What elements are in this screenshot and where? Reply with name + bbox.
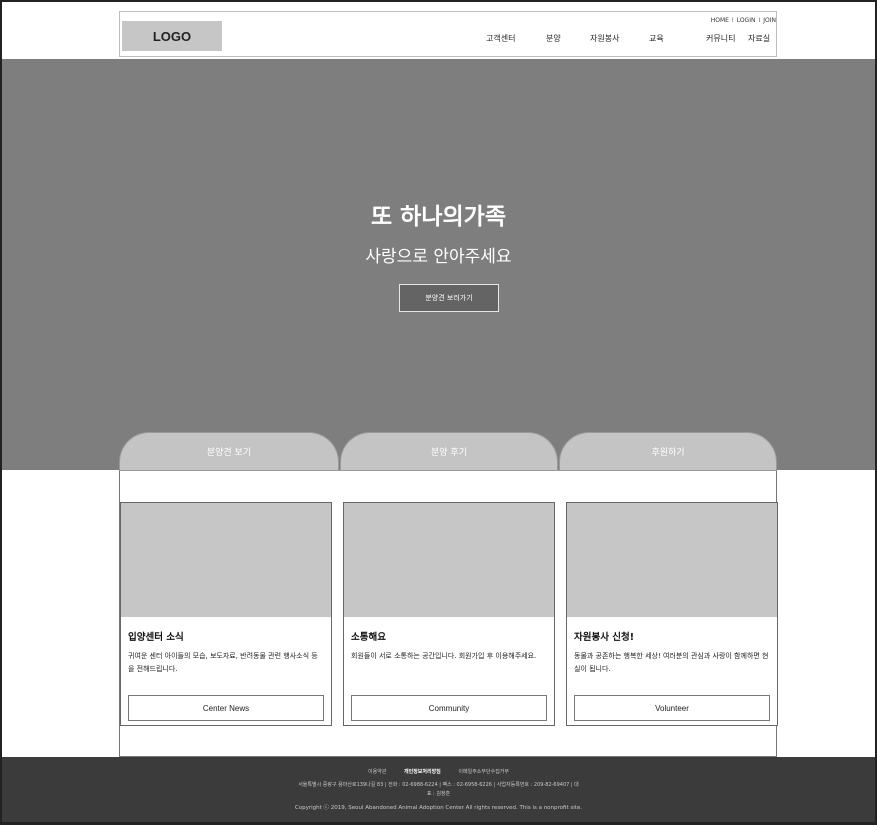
hero-banner: 또 하나의가족 사랑으로 안아주세요 분양견 보러가기 xyxy=(2,59,875,470)
hero-title: 또 하나의가족 xyxy=(371,204,506,230)
tab-donate[interactable]: 후원하기 xyxy=(559,432,777,470)
card-image-placeholder xyxy=(567,503,777,617)
card-image-placeholder xyxy=(121,503,331,617)
footer-links: 이용약관 개인정보처리방침 이메일주소무단수집거부 xyxy=(2,768,875,775)
hero-subtitle: 사랑으로 안아주세요 xyxy=(365,247,512,267)
card-title: 소통해요 xyxy=(351,632,386,643)
privacy-policy-link[interactable]: 개인정보처리방침 xyxy=(404,768,441,775)
tab-view-dogs[interactable]: 분양견 보기 xyxy=(119,432,339,470)
util-separator: I xyxy=(758,17,761,24)
volunteer-button[interactable]: Volunteer xyxy=(574,695,770,721)
card-image-placeholder xyxy=(344,503,554,617)
card-description: 귀여운 센터 아이들의 모습, 보도자료, 반려동물 관련 행사소식 등을 전해… xyxy=(128,652,318,673)
card-title: 입양센터 소식 xyxy=(128,632,184,643)
view-adoption-dogs-button[interactable]: 분양견 보러가기 xyxy=(399,284,499,312)
nav-community[interactable]: 커뮤니티 xyxy=(706,33,735,44)
util-separator: I xyxy=(731,17,734,24)
card-center-news: 입양센터 소식 귀여운 센터 아이들의 모습, 보도자료, 반려동물 관련 행사… xyxy=(120,502,332,726)
nav-education[interactable]: 교육 xyxy=(649,33,664,44)
center-news-button[interactable]: Center News xyxy=(128,695,324,721)
home-link[interactable]: HOME xyxy=(711,17,729,24)
footer-representative: 표 : 김정훈 xyxy=(426,791,451,797)
card-description: 회원들이 서로 소통하는 공간입니다. 회원가입 후 이용해주세요. xyxy=(351,652,537,660)
site-footer: 이용약관 개인정보처리방침 이메일주소무단수집거부 서울특별시 중랑구 용마산로… xyxy=(2,757,875,822)
card-volunteer: 자원봉사 신청! 동물과 공존하는 행복한 세상! 여러분의 관심과 사랑이 함… xyxy=(566,502,778,726)
terms-link[interactable]: 이용약관 xyxy=(368,768,386,775)
logo[interactable]: LOGO xyxy=(122,21,222,51)
card-community: 소통해요 회원들이 서로 소통하는 공간입니다. 회원가입 후 이용해주세요. … xyxy=(343,502,555,726)
login-link[interactable]: LOGIN xyxy=(737,17,756,24)
community-button[interactable]: Community xyxy=(351,695,547,721)
footer-address: 서울특별시 중랑구 용마산로139나길 83 | 전화 : 02-6988-62… xyxy=(298,782,579,788)
nav-adoption[interactable]: 분양 xyxy=(546,33,561,44)
site-header: LOGO HOME I LOGIN I JOIN 고객센터 분양 자원봉사 교육 커뮤니… xyxy=(119,11,777,57)
footer-copyright: Copyright ⓒ 2019, Seoul Abandoned Animal… xyxy=(294,805,583,811)
nav-archive[interactable]: 자료실 xyxy=(748,33,770,44)
utility-nav: HOME I LOGIN I JOIN xyxy=(711,17,776,24)
nav-customer-center[interactable]: 고객센터 xyxy=(486,33,515,44)
tab-adoption-reviews[interactable]: 분양 후기 xyxy=(340,432,558,470)
email-refusal-link[interactable]: 이메일주소무단수집거부 xyxy=(458,768,509,775)
nav-volunteer[interactable]: 자원봉사 xyxy=(590,33,619,44)
join-link[interactable]: JOIN xyxy=(763,17,776,24)
card-title: 자원봉사 신청! xyxy=(574,632,635,643)
card-description: 동물과 공존하는 행복한 세상! 여러분의 관심과 사랑이 함께하면 현실이 됩… xyxy=(574,652,769,673)
content-section: 입양센터 소식 귀여운 센터 아이들의 모습, 보도자료, 반려동물 관련 행사… xyxy=(119,470,778,757)
